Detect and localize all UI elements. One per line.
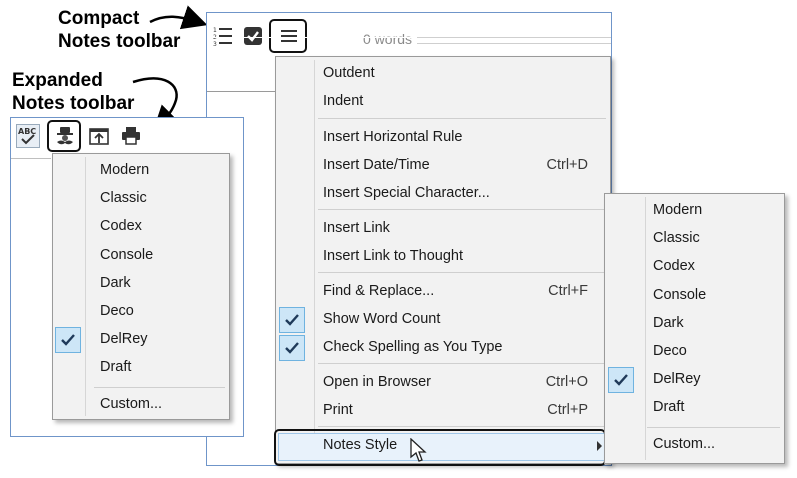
mustache-highlight bbox=[47, 120, 81, 152]
menu-separator bbox=[318, 272, 606, 273]
style-item-label: Dark bbox=[100, 274, 131, 291]
menu-separator bbox=[94, 386, 225, 388]
menu-item-label: Show Word Count bbox=[323, 311, 441, 327]
open-in-browser-icon[interactable] bbox=[87, 124, 111, 148]
svg-text:3: 3 bbox=[213, 41, 217, 47]
checkmark-icon bbox=[55, 327, 81, 354]
toolbar-top-line bbox=[417, 37, 611, 38]
style-item-label: Modern bbox=[653, 202, 703, 218]
left-style-delrey[interactable]: DelRey bbox=[53, 326, 229, 354]
menu-item-insert-special-character[interactable]: Insert Special Character... bbox=[276, 180, 610, 208]
notes-options-menu: Outdent Indent Insert Horizontal Rule Inser… bbox=[275, 56, 611, 464]
right-style-draft[interactable]: Draft bbox=[605, 394, 784, 422]
style-item-label: DelRey bbox=[653, 371, 701, 388]
right-style-delrey[interactable]: DelRey bbox=[605, 366, 784, 394]
left-style-classic[interactable]: Classic bbox=[53, 185, 229, 213]
right-style-dark[interactable]: Dark bbox=[605, 310, 784, 338]
hamburger-highlight bbox=[269, 19, 307, 53]
style-item-label: Custom... bbox=[653, 435, 716, 452]
menu-item-show-word-count[interactable]: Show Word Count bbox=[276, 306, 610, 334]
right-style-codex[interactable]: Codex bbox=[605, 253, 784, 281]
checkbox-icon[interactable] bbox=[241, 24, 265, 48]
style-item-label: DelRey bbox=[100, 331, 148, 348]
compact-notes-toolbar: 1 2 3 0 words bbox=[207, 13, 611, 57]
right-style-modern[interactable]: Modern bbox=[605, 197, 784, 225]
right-style-classic[interactable]: Classic bbox=[605, 225, 784, 253]
expanded-toolbar-line bbox=[11, 158, 51, 159]
menu-item-label: Indent bbox=[323, 93, 364, 109]
menu-item-label: Insert Date/Time bbox=[323, 157, 430, 173]
menu-item-label: Open in Browser bbox=[323, 374, 431, 390]
notes-style-submenu: Modern Classic Codex Console Dark Deco DelRey D… bbox=[604, 193, 785, 464]
menu-item-label: Find & Replace... bbox=[323, 283, 435, 299]
menu-item-open-in-browser[interactable]: Open in Browser Ctrl+O bbox=[276, 369, 610, 397]
right-style-console[interactable]: Console bbox=[605, 282, 784, 310]
menu-item-outdent[interactable]: Outdent bbox=[276, 60, 610, 88]
menu-item-insert-link[interactable]: Insert Link bbox=[276, 215, 610, 243]
menu-item-insert-date-time[interactable]: Insert Date/Time Ctrl+D bbox=[276, 152, 610, 180]
checkmark-icon bbox=[279, 307, 305, 333]
left-style-console[interactable]: Console bbox=[53, 242, 229, 270]
word-count: 0 words bbox=[363, 31, 413, 47]
menu-item-find-replace[interactable]: Find & Replace... Ctrl+F bbox=[276, 278, 610, 306]
style-item-label: Deco bbox=[100, 303, 134, 319]
menu-item-shortcut: Ctrl+O bbox=[545, 374, 588, 390]
menu-item-print[interactable]: Print Ctrl+P bbox=[276, 397, 610, 425]
checkmark-icon bbox=[279, 335, 305, 361]
menu-item-label: Insert Link bbox=[323, 220, 390, 236]
menu-item-indent[interactable]: Indent bbox=[276, 88, 610, 116]
mouse-cursor-icon bbox=[410, 438, 427, 462]
checkmark-icon bbox=[608, 367, 634, 394]
style-item-label: Dark bbox=[653, 314, 684, 331]
right-style-deco[interactable]: Deco bbox=[605, 338, 784, 366]
style-item-label: Deco bbox=[653, 343, 687, 359]
style-item-label: Classic bbox=[100, 190, 147, 207]
menu-item-label: Insert Special Character... bbox=[323, 185, 490, 201]
style-item-label: Custom... bbox=[100, 395, 163, 412]
menu-item-check-spelling-as-you-type[interactable]: Check Spelling as You Type bbox=[276, 334, 610, 362]
menu-item-label: Insert Link to Thought bbox=[323, 248, 463, 264]
expanded-style-menu: Modern Classic Codex Console Dark Deco DelRey D… bbox=[52, 153, 230, 420]
notes-style-highlight bbox=[274, 429, 606, 466]
left-style-codex[interactable]: Codex bbox=[53, 213, 229, 241]
compact-arrow bbox=[149, 5, 208, 30]
spellcheck-abc-icon[interactable]: ABC bbox=[16, 124, 40, 148]
style-item-label: Console bbox=[653, 286, 707, 303]
style-item-label: Classic bbox=[653, 230, 700, 247]
menu-item-insert-horizontal-rule[interactable]: Insert Horizontal Rule bbox=[276, 124, 610, 152]
menu-separator bbox=[647, 426, 780, 428]
menu-separator bbox=[318, 426, 606, 427]
svg-text:1: 1 bbox=[213, 27, 217, 34]
menu-item-label: Insert Horizontal Rule bbox=[323, 129, 463, 145]
menu-item-label: Check Spelling as You Type bbox=[323, 339, 503, 355]
menu-separator bbox=[318, 118, 606, 119]
style-item-label: Codex bbox=[100, 218, 142, 235]
menu-item-shortcut: Ctrl+P bbox=[547, 402, 588, 418]
left-style-deco[interactable]: Deco bbox=[53, 298, 229, 326]
left-style-dark[interactable]: Dark bbox=[53, 270, 229, 298]
menu-item-shortcut: Ctrl+F bbox=[548, 283, 588, 299]
left-style-custom[interactable]: Custom... bbox=[53, 391, 229, 419]
menu-item-label: Print bbox=[323, 402, 353, 418]
print-icon[interactable] bbox=[119, 124, 143, 148]
menu-item-insert-link-to-thought[interactable]: Insert Link to Thought bbox=[276, 243, 610, 271]
editor-separator bbox=[207, 91, 277, 92]
style-item-label: Modern bbox=[100, 162, 150, 178]
menu-separator bbox=[318, 363, 606, 364]
menu-item-label: Outdent bbox=[323, 65, 375, 81]
style-item-label: Console bbox=[100, 246, 154, 263]
left-style-modern[interactable]: Modern bbox=[53, 157, 229, 185]
toolbar-bottom-line bbox=[417, 43, 611, 44]
style-item-label: Codex bbox=[653, 258, 695, 275]
right-style-custom[interactable]: Custom... bbox=[605, 431, 784, 459]
style-item-label: Draft bbox=[100, 359, 132, 376]
left-style-draft[interactable]: Draft bbox=[53, 354, 229, 382]
menu-item-shortcut: Ctrl+D bbox=[546, 157, 589, 173]
numbered-list-icon[interactable]: 1 2 3 bbox=[211, 24, 235, 48]
expanded-notes-toolbar: ABC bbox=[11, 118, 243, 156]
menu-separator bbox=[318, 209, 606, 210]
style-item-label: Draft bbox=[653, 399, 685, 416]
